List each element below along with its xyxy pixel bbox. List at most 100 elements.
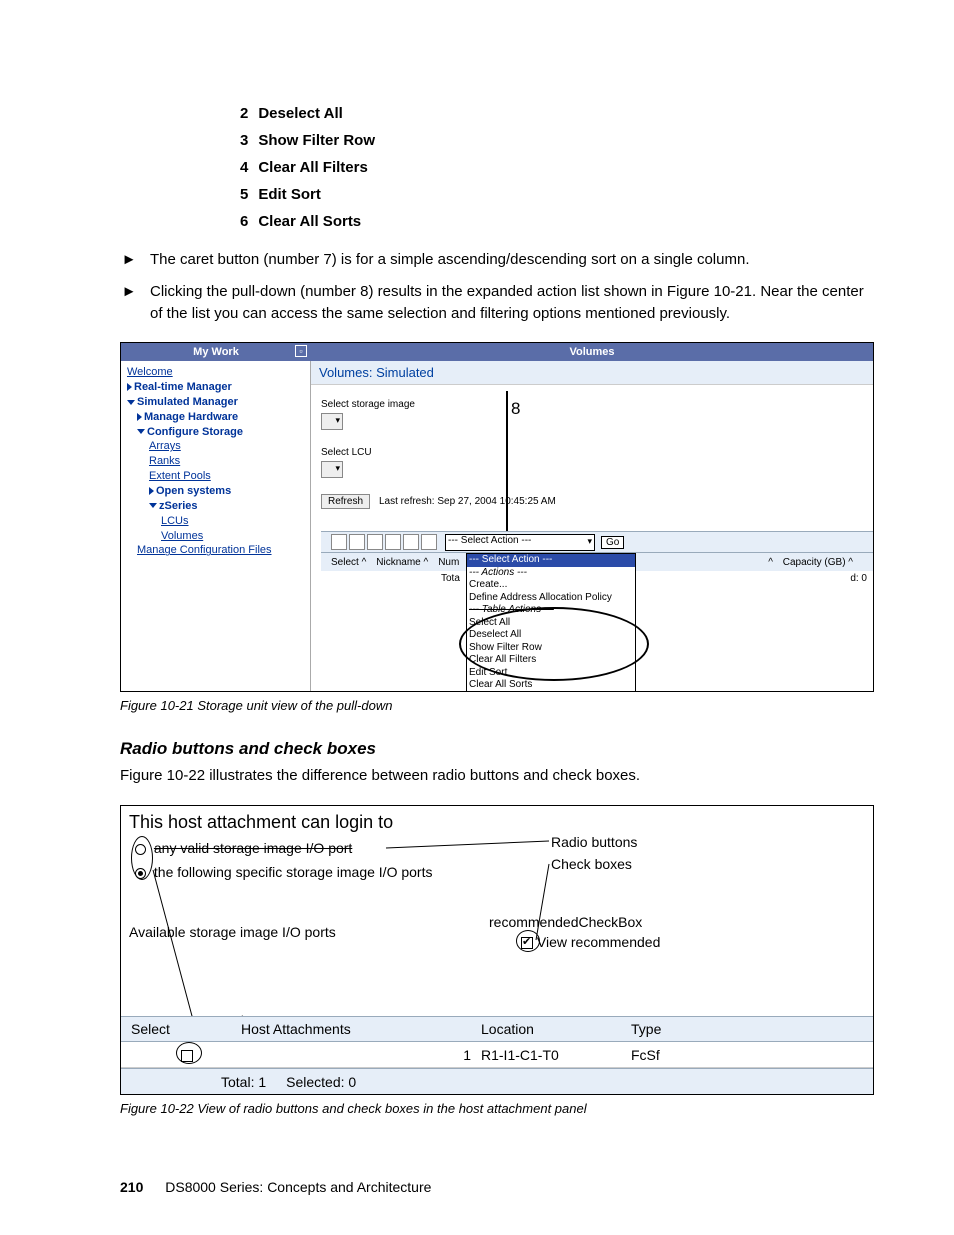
view-recommended-label: View recommended [537, 934, 660, 950]
radio-label-any: any valid storage image I/O port [154, 840, 352, 856]
figure-10-22: This host attachment can login to any va… [120, 805, 874, 1095]
col-select[interactable]: Select [121, 1021, 241, 1037]
radio-label-specific: the following specific storage image I/O… [154, 864, 433, 880]
sidebar-item-mcf[interactable]: Manage Configuration Files [137, 544, 272, 556]
sidebar-item-cs[interactable]: Configure Storage [147, 426, 243, 438]
storage-image-dropdown[interactable] [321, 413, 343, 430]
col-nickname[interactable]: Nickname ^ [376, 557, 428, 568]
figure-10-21: My Work▫ Volumes Welcome Real-time Manag… [120, 342, 874, 692]
refresh-button[interactable]: Refresh [321, 494, 370, 509]
figure-caption: Figure 10-22 View of radio buttons and c… [120, 1101, 874, 1116]
total-fragment: Tota [441, 573, 460, 584]
menu-item-create[interactable]: Create... [467, 579, 635, 592]
panel-header-volumes: Volumes [311, 343, 873, 361]
toolbar-button[interactable] [349, 534, 365, 550]
label-select-storage-image: Select storage image [321, 399, 415, 410]
sidebar-item-welcome[interactable]: Welcome [127, 366, 173, 378]
sidebar-item-arrays[interactable]: Arrays [149, 440, 181, 452]
section-heading: Radio buttons and check boxes [120, 739, 874, 759]
content-panel: Volumes: Simulated Select storage image … [311, 361, 873, 691]
login-heading: This host attachment can login to [129, 812, 393, 833]
bullet-text: The caret button (number 7) is for a sim… [150, 249, 874, 271]
sidebar-item-zseries[interactable]: zSeries [159, 500, 198, 512]
ports-table: Select Host Attachments Location Type 1 … [121, 1016, 873, 1094]
table-total: Total: 1 [221, 1074, 266, 1090]
table-toolbar: --- Select Action --- Go [321, 531, 873, 553]
collapse-icon[interactable]: ▫ [295, 345, 307, 357]
sidebar-item-extent-pools[interactable]: Extent Pools [149, 470, 211, 482]
col-host-attachments[interactable]: Host Attachments [241, 1021, 481, 1037]
toolbar-button[interactable] [421, 534, 437, 550]
selected-fragment: d: 0 [850, 573, 867, 584]
page-footer: 210 DS8000 Series: Concepts and Architec… [120, 1179, 431, 1195]
caret-icon[interactable] [149, 487, 154, 495]
callout-check-boxes: Check boxes [551, 856, 632, 872]
list-num: 3 [240, 127, 248, 154]
cell-location: R1-I1-C1-T0 [481, 1047, 631, 1063]
available-ports-label: Available storage image I/O ports [129, 924, 336, 940]
last-refresh-text: Last refresh: Sep 27, 2004 10:45:25 AM [379, 496, 556, 507]
annotation-circle [516, 930, 540, 952]
sidebar-item-rtm[interactable]: Real-time Manager [134, 381, 232, 393]
section-text: Figure 10-22 illustrates the difference … [120, 765, 874, 787]
toolbar-button[interactable] [403, 534, 419, 550]
list-num: 5 [240, 181, 248, 208]
lcu-dropdown[interactable] [321, 461, 343, 478]
sidebar-item-lcus[interactable]: LCUs [161, 515, 189, 527]
table-row: 1 R1-I1-C1-T0 FcSf [121, 1042, 873, 1068]
page-number: 210 [120, 1179, 143, 1195]
select-action-dropdown[interactable]: --- Select Action --- [445, 534, 595, 551]
nav-sidebar: Welcome Real-time Manager Simulated Mana… [121, 361, 311, 691]
sidebar-item-sim[interactable]: Simulated Manager [137, 396, 238, 408]
cell-type: FcSf [631, 1047, 711, 1063]
col-type[interactable]: Type [631, 1021, 711, 1037]
bullet-icon: ► [120, 249, 138, 271]
bullet-text: Clicking the pull-down (number 8) result… [150, 281, 874, 325]
bullet-icon: ► [120, 281, 138, 325]
figure-caption: Figure 10-21 Storage unit view of the pu… [120, 698, 874, 713]
list-text: Edit Sort [258, 181, 321, 208]
menu-item[interactable]: --- Select Action --- [467, 554, 635, 567]
caret-down-icon[interactable] [127, 400, 135, 405]
col-location[interactable]: Location [481, 1021, 631, 1037]
sort-caret-icon[interactable]: ^ [768, 557, 773, 568]
panel-header-mywork: My Work▫ [121, 343, 311, 361]
caret-icon[interactable] [127, 383, 132, 391]
menu-item-define-policy[interactable]: Define Address Allocation Policy [467, 592, 635, 605]
menu-item-clear-sorts[interactable]: Clear All Sorts [467, 679, 635, 692]
sidebar-item-open-systems[interactable]: Open systems [156, 485, 231, 497]
table-selected: Selected: 0 [286, 1074, 356, 1090]
content-title: Volumes: Simulated [311, 361, 873, 385]
sidebar-item-mh[interactable]: Manage Hardware [144, 411, 238, 423]
list-text: Clear All Sorts [258, 208, 361, 235]
callout-radio-buttons: Radio buttons [551, 834, 637, 850]
rec-checkbox-label: recommendedCheckBox [489, 914, 642, 930]
cell-host-attachments: 1 [241, 1047, 481, 1063]
toolbar-button[interactable] [385, 534, 401, 550]
list-text: Clear All Filters [258, 154, 367, 181]
toolbar-button[interactable] [367, 534, 383, 550]
col-capacity[interactable]: Capacity (GB) ^ [783, 557, 853, 568]
toolbar-button[interactable] [331, 534, 347, 550]
label-select-lcu: Select LCU [321, 447, 372, 458]
list-text: Deselect All [258, 100, 343, 127]
bullet-block: ► The caret button (number 7) is for a s… [120, 249, 874, 324]
callout-8: 8 [511, 399, 520, 419]
list-num: 4 [240, 154, 248, 181]
footer-title: DS8000 Series: Concepts and Architecture [165, 1179, 431, 1195]
list-num: 2 [240, 100, 248, 127]
col-number[interactable]: Num [438, 557, 459, 568]
col-select[interactable]: Select ^ [331, 557, 366, 568]
annotation-circle [459, 607, 649, 681]
caret-down-icon[interactable] [137, 429, 145, 434]
caret-icon[interactable] [137, 413, 142, 421]
annotation-circle [131, 836, 153, 880]
caret-down-icon[interactable] [149, 503, 157, 508]
annotation-circle [176, 1042, 202, 1064]
list-num: 6 [240, 208, 248, 235]
go-button[interactable]: Go [601, 536, 624, 549]
sidebar-item-volumes[interactable]: Volumes [161, 530, 203, 542]
numbered-list: 2Deselect All 3Show Filter Row 4Clear Al… [240, 100, 874, 235]
sidebar-item-ranks[interactable]: Ranks [149, 455, 180, 467]
menu-heading: --- Actions --- [467, 567, 635, 580]
